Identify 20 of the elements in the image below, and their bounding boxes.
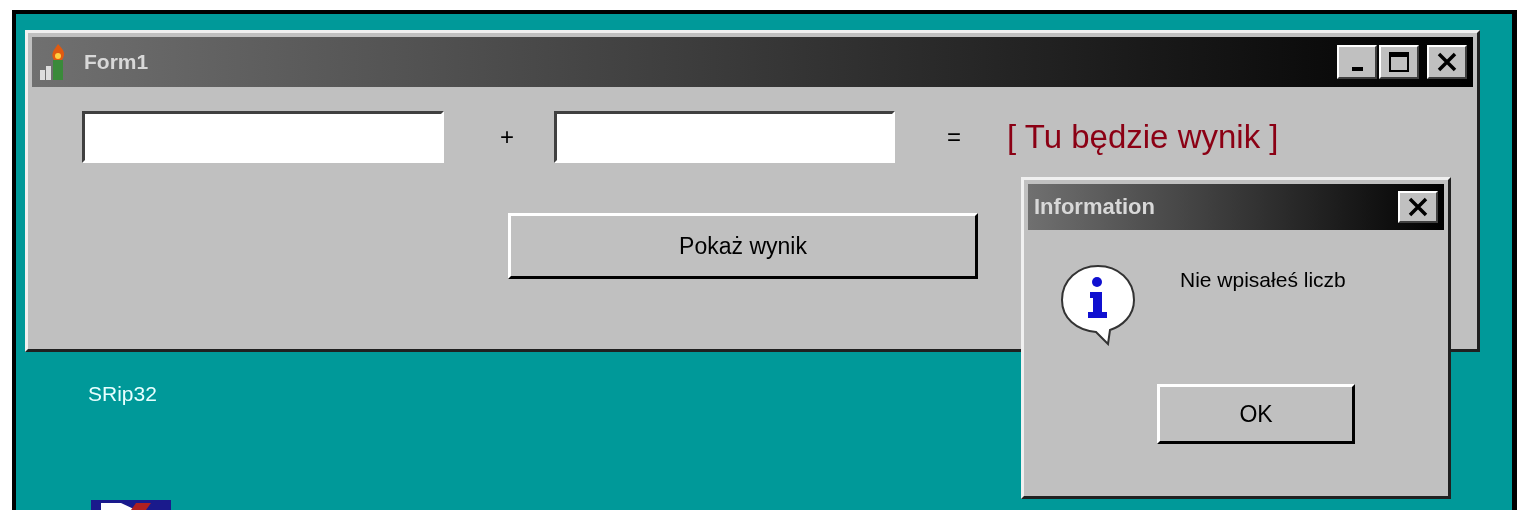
show-result-button[interactable]: Pokaż wynik [508, 213, 978, 279]
input-field[interactable] [554, 111, 895, 163]
desktop-label: SRip32 [88, 382, 157, 406]
maximize-icon [1388, 51, 1410, 73]
dialog-title: Information [1034, 194, 1155, 220]
minimize-button[interactable] [1337, 45, 1377, 79]
window-title: Form1 [84, 50, 149, 74]
message-text: Nie wpisałeś liczb [1180, 267, 1346, 292]
maximize-button[interactable] [1379, 45, 1419, 79]
equals-sign: = [947, 123, 962, 151]
desktop-icon[interactable] [91, 500, 171, 510]
ok-button[interactable]: OK [1157, 384, 1355, 444]
input-field[interactable] [82, 111, 444, 163]
result-label: [ Tu będzie wynik ] [1007, 118, 1279, 156]
close-icon [1436, 51, 1458, 73]
close-button[interactable] [1427, 45, 1467, 79]
plus-sign: + [500, 123, 514, 151]
close-button[interactable] [1398, 191, 1438, 223]
minimize-icon [1351, 67, 1363, 71]
close-icon [1407, 196, 1429, 218]
